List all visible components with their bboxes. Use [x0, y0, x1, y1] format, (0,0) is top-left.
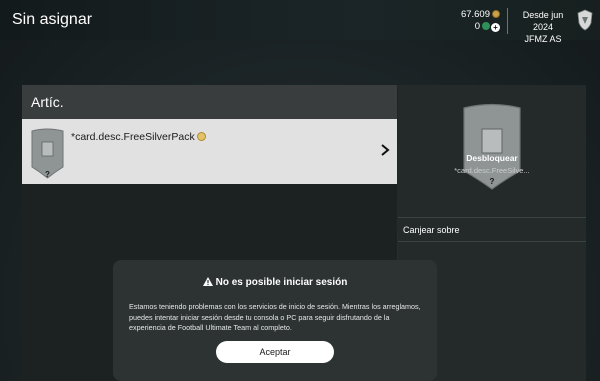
list-item[interactable]: ? *card.desc.FreeSilverPack	[22, 119, 397, 184]
redeem-pack-button[interactable]: Canjear sobre	[403, 225, 460, 235]
points-icon	[482, 22, 490, 30]
chevron-right-icon[interactable]	[379, 143, 391, 157]
member-since: Desde jun 2024	[522, 10, 564, 32]
pack-card-icon: ?	[31, 128, 64, 179]
divider	[398, 241, 586, 242]
club-badge-icon	[577, 9, 593, 31]
dialog-title-text: No es posible iniciar sesión	[215, 277, 348, 288]
question-mark: ?	[489, 177, 495, 186]
dialog-message: Estamos teniendo problemas con los servi…	[129, 302, 421, 332]
unlock-label[interactable]: Desbloquear	[398, 153, 586, 163]
divider	[398, 217, 586, 218]
club-name: JFMZ AS	[524, 34, 562, 44]
page-title: Sin asignar	[12, 11, 93, 28]
warning-icon	[202, 277, 213, 286]
items-header: Artíc.	[22, 85, 397, 119]
dialog-title: No es posible iniciar sesión	[113, 277, 437, 288]
question-mark: ?	[45, 170, 50, 179]
pack-name: *card.desc.FreeSilve...	[454, 166, 530, 175]
item-name-text: *card.desc.FreeSilverPack	[71, 131, 195, 143]
add-points-icon[interactable]: +	[491, 23, 500, 32]
coins-value: 67.609	[460, 9, 490, 20]
item-name: *card.desc.FreeSilverPack	[71, 131, 206, 143]
coin-icon	[492, 10, 500, 18]
items-header-label: Artíc.	[31, 94, 64, 110]
points-value: 0	[474, 21, 480, 32]
currency-display: 67.609 0 +	[461, 9, 500, 33]
accept-button[interactable]: Aceptar	[216, 341, 334, 363]
header-divider	[507, 8, 508, 34]
club-profile[interactable]: Desde jun 2024 JFMZ AS	[512, 9, 574, 45]
top-bar: Sin asignar 67.609 0 + Desde jun 2024 JFM…	[0, 0, 600, 44]
error-dialog: No es posible iniciar sesión Estamos ten…	[113, 260, 437, 381]
coin-icon	[196, 132, 206, 141]
